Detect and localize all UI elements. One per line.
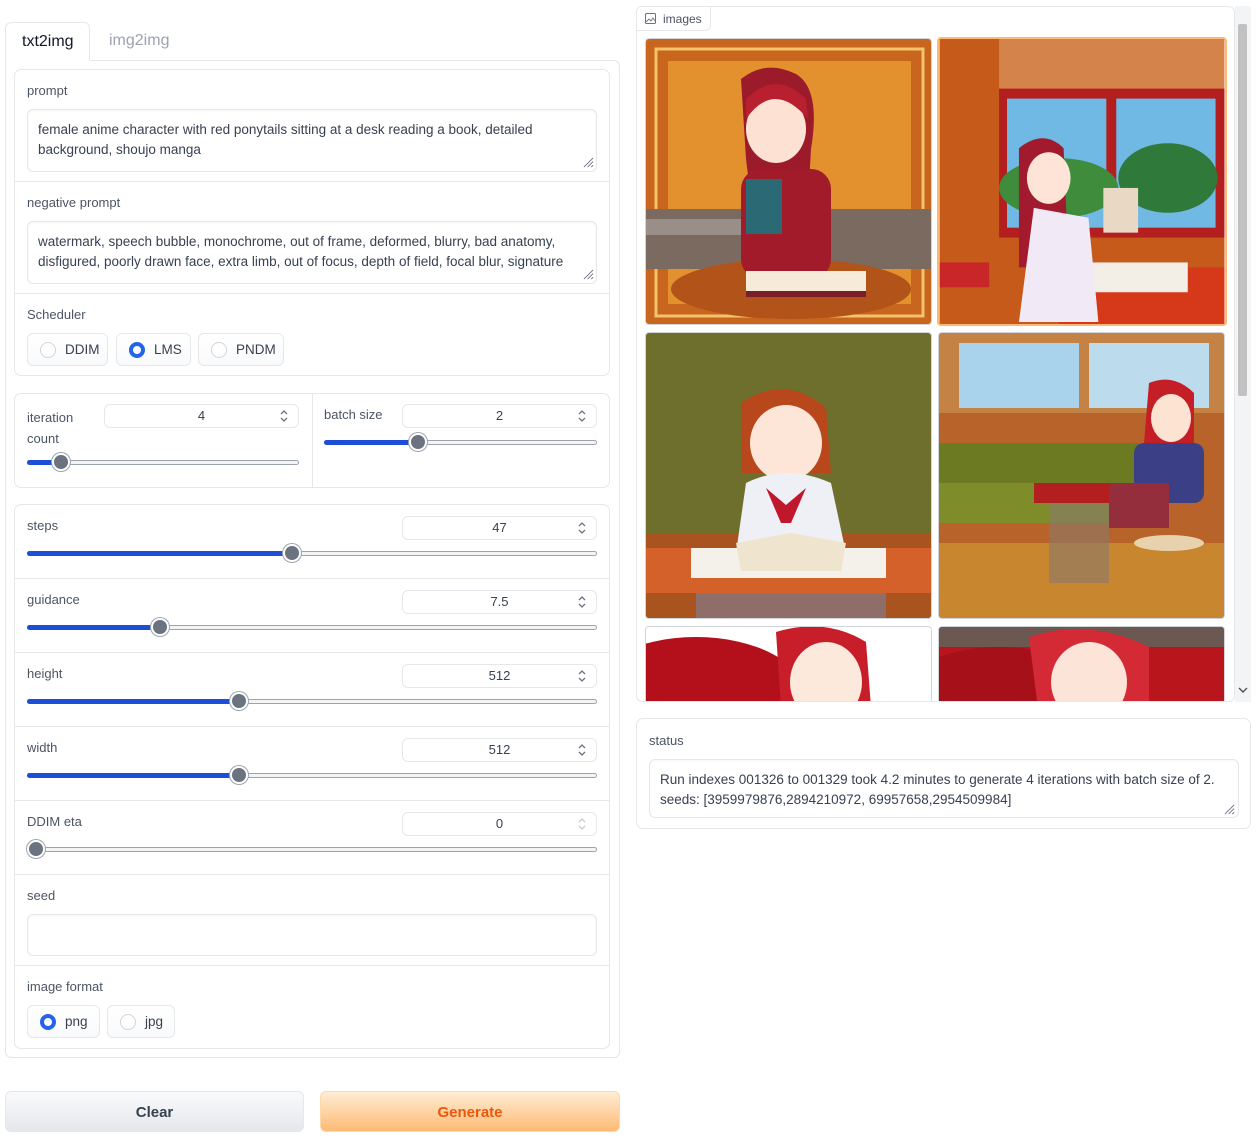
radio-dot-checked (40, 1014, 56, 1030)
steps-label: steps (27, 518, 59, 533)
steps-input[interactable]: 47 (402, 516, 597, 540)
scrollbar-thumb[interactable] (1238, 24, 1247, 396)
slider-thumb[interactable] (150, 618, 169, 636)
batch-settings-group: iteration count 4 batch size 2 (14, 393, 610, 488)
seed-input[interactable] (27, 914, 597, 956)
gallery-label: images (637, 7, 711, 31)
image-icon (645, 13, 656, 24)
prompt-textarea[interactable]: female anime character with red ponytail… (27, 109, 597, 172)
image-format-option-label: png (65, 1014, 88, 1029)
status-panel: status Run indexes 001326 to 001329 took… (636, 718, 1251, 829)
resize-handle-icon[interactable] (583, 157, 594, 168)
height-slider[interactable] (27, 692, 597, 710)
stepper-icon[interactable] (577, 520, 587, 536)
gallery-scrollbar[interactable] (1235, 6, 1251, 702)
guidance-label: guidance (27, 592, 80, 607)
scheduler-option-label: PNDM (236, 342, 276, 357)
image-gallery: images (636, 6, 1235, 702)
scheduler-option-pndm[interactable]: PNDM (198, 333, 284, 366)
gallery-image-4[interactable] (938, 332, 1225, 619)
slider-thumb[interactable] (409, 433, 427, 451)
guidance-slider[interactable] (27, 618, 597, 636)
slider-thumb[interactable] (27, 840, 45, 858)
status-textarea[interactable]: Run indexes 001326 to 001329 took 4.2 mi… (649, 759, 1239, 818)
height-input[interactable]: 512 (402, 664, 597, 688)
resize-handle-icon[interactable] (583, 269, 594, 280)
radio-dot-checked (129, 342, 145, 358)
scheduler-option-ddim[interactable]: DDIM (27, 333, 108, 366)
slider-thumb[interactable] (283, 544, 302, 562)
iteration-count-slider[interactable] (27, 453, 299, 471)
prompt-label: prompt (27, 83, 68, 98)
height-label: height (27, 666, 63, 681)
scheduler-label: Scheduler (27, 307, 86, 322)
tab-img2img[interactable]: img2img (93, 22, 185, 61)
clear-button[interactable]: Clear (5, 1091, 304, 1132)
tab-bar: txt2img img2img (5, 22, 620, 61)
gallery-image-6[interactable] (938, 626, 1225, 701)
slider-thumb[interactable] (230, 766, 249, 784)
iteration-count-input[interactable]: 4 (104, 404, 299, 428)
ddim-eta-slider[interactable] (27, 840, 597, 858)
image-format-option-label: jpg (145, 1014, 164, 1029)
width-input[interactable]: 512 (402, 738, 597, 762)
batch-size-input[interactable]: 2 (402, 404, 597, 428)
status-label: status (649, 733, 684, 748)
gallery-image-3[interactable] (645, 332, 932, 619)
generate-button[interactable]: Generate (320, 1091, 620, 1132)
image-format-option-jpg[interactable]: jpg (107, 1005, 175, 1038)
negative-prompt-label: negative prompt (27, 195, 121, 210)
radio-dot (211, 342, 227, 358)
radio-dot (120, 1014, 136, 1030)
tab-txt2img[interactable]: txt2img (5, 22, 90, 61)
scheduler-option-lms[interactable]: LMS (116, 333, 191, 366)
stepper-icon[interactable] (577, 594, 587, 610)
stepper-icon[interactable] (279, 408, 289, 424)
parameters-group: steps 47 guidance 7.5 height 512 width 5… (14, 504, 610, 1049)
ddim-eta-label: DDIM eta (27, 814, 82, 829)
width-slider[interactable] (27, 766, 597, 784)
scheduler-option-label: DDIM (65, 342, 100, 357)
slider-thumb[interactable] (51, 453, 70, 471)
ddim-eta-input[interactable]: 0 (402, 812, 597, 836)
guidance-input[interactable]: 7.5 (402, 590, 597, 614)
batch-size-label: batch size (324, 407, 383, 422)
gallery-image-2[interactable] (937, 37, 1227, 326)
iteration-count-label: iteration count (27, 410, 74, 446)
prompt-group: prompt female anime character with red p… (14, 69, 610, 376)
stepper-icon[interactable] (577, 816, 587, 832)
image-format-option-png[interactable]: png (27, 1005, 100, 1038)
chevron-down-icon[interactable] (1238, 686, 1248, 696)
scheduler-option-label: LMS (154, 342, 182, 357)
stepper-icon[interactable] (577, 408, 587, 424)
width-label: width (27, 740, 58, 755)
steps-slider[interactable] (27, 544, 597, 562)
negative-prompt-textarea[interactable]: watermark, speech bubble, monochrome, ou… (27, 221, 597, 284)
image-format-label: image format (27, 979, 103, 994)
gallery-image-5[interactable] (645, 626, 932, 701)
stepper-icon[interactable] (577, 742, 587, 758)
resize-handle-icon[interactable] (1224, 804, 1235, 815)
radio-dot (40, 342, 56, 358)
seed-label: seed (27, 888, 56, 903)
slider-thumb[interactable] (230, 692, 249, 710)
batch-size-slider[interactable] (324, 433, 597, 451)
stepper-icon[interactable] (577, 668, 587, 684)
gallery-image-1[interactable] (645, 38, 932, 325)
